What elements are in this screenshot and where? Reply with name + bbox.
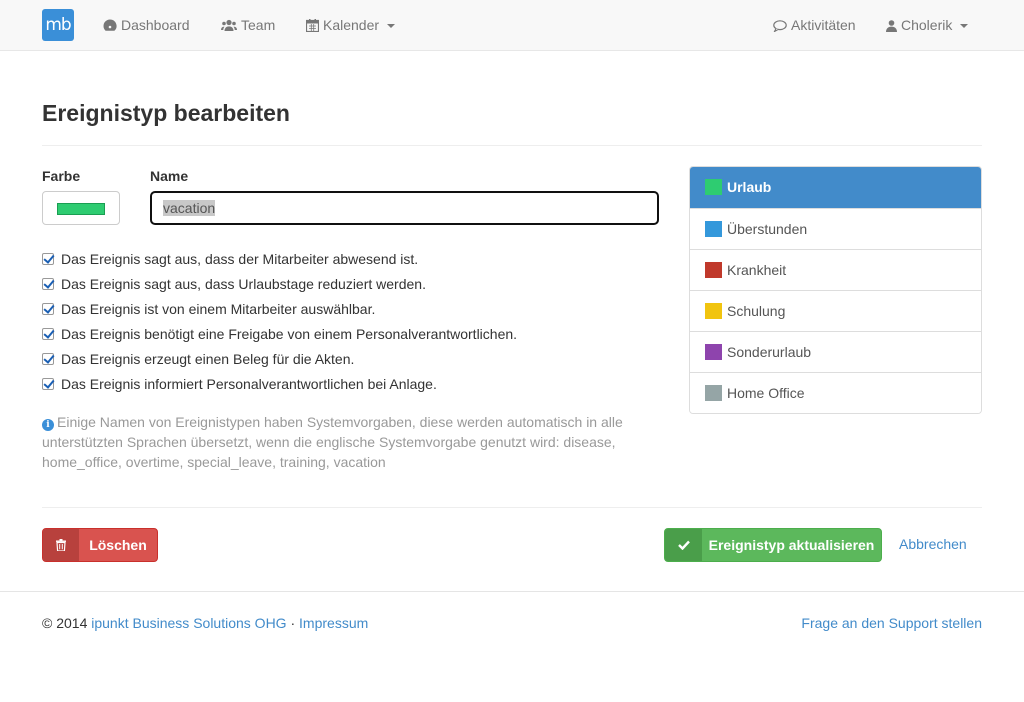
delete-button[interactable]: Löschen [42, 528, 158, 562]
event-type-label: Krankheit [727, 262, 787, 278]
help-text: i Einige Namen von Ereignistypen haben Sy… [42, 412, 662, 472]
copyright-text: © 2014 [42, 615, 88, 631]
color-picker[interactable] [42, 191, 120, 225]
help-text-content: Einige Namen von Ereignistypen haben Sys… [42, 414, 623, 470]
checkbox-checked-icon[interactable] [42, 378, 54, 390]
color-label: Farbe [42, 168, 81, 184]
checkbox-checked-icon[interactable] [42, 253, 54, 265]
users-icon [221, 19, 237, 31]
nav-activities-label: Aktivitäten [791, 17, 856, 33]
nav-activities[interactable]: Aktivitäten [773, 0, 856, 50]
footer-copyright: © 2014 ipunkt Business Solutions OHG · I… [42, 615, 368, 631]
imprint-link[interactable]: Impressum [299, 615, 368, 631]
nav-team-label: Team [241, 17, 276, 33]
nav-user-label: Cholerik [901, 17, 953, 33]
color-swatch [705, 344, 722, 360]
checkbox-checked-icon[interactable] [42, 278, 54, 290]
divider [42, 145, 982, 146]
event-type-label: Home Office [727, 385, 805, 401]
event-type-item[interactable]: Schulung [690, 290, 981, 331]
nav-dashboard-label: Dashboard [121, 17, 190, 33]
trash-icon [43, 529, 79, 561]
checkbox-receipt[interactable]: Das Ereignis erzeugt einen Beleg für die… [42, 351, 354, 369]
checkbox-label: Das Ereignis informiert Personalverantwo… [61, 376, 437, 392]
event-type-label: Urlaub [727, 179, 772, 195]
color-swatch [705, 385, 722, 401]
dashboard-icon [103, 19, 117, 31]
checkbox-checked-icon[interactable] [42, 353, 54, 365]
nav-user-dropdown[interactable]: Cholerik [886, 0, 969, 50]
update-button-label: Ereignistyp aktualisieren [708, 537, 875, 553]
delete-button-label: Löschen [89, 537, 147, 553]
name-input[interactable] [149, 190, 660, 226]
company-link[interactable]: ipunkt Business Solutions OHG [91, 615, 286, 631]
color-swatch [705, 221, 722, 237]
page-title: Ereignistyp bearbeiten [42, 100, 290, 126]
color-swatch [705, 179, 722, 195]
nav-team[interactable]: Team [221, 0, 275, 50]
checkbox-selectable[interactable]: Das Ereignis ist von einem Mitarbeiter a… [42, 301, 375, 319]
checkbox-absent[interactable]: Das Ereignis sagt aus, dass der Mitarbei… [42, 251, 418, 269]
top-navbar: mb Dashboard Team Kalender Aktivitäten C… [0, 0, 1024, 51]
name-label: Name [150, 168, 189, 184]
brand-logo[interactable]: mb [42, 9, 74, 41]
chevron-down-icon [387, 24, 396, 29]
comment-icon [773, 20, 787, 33]
checkbox-label: Das Ereignis erzeugt einen Beleg für die… [61, 351, 355, 367]
info-icon: i [42, 419, 54, 431]
checkbox-checked-icon[interactable] [42, 328, 54, 340]
checkbox-label: Das Ereignis ist von einem Mitarbeiter a… [61, 301, 376, 317]
user-icon [886, 20, 897, 32]
checkbox-label: Das Ereignis sagt aus, dass Urlaubstage … [61, 276, 426, 292]
calendar-icon [305, 19, 320, 33]
nav-dashboard[interactable]: Dashboard [103, 0, 190, 50]
checkbox-checked-icon[interactable] [42, 303, 54, 315]
support-link[interactable]: Frage an den Support stellen [801, 615, 982, 631]
checkbox-reduce-vacation[interactable]: Das Ereignis sagt aus, dass Urlaubstage … [42, 276, 426, 294]
check-icon [665, 529, 702, 561]
nav-calendar-label: Kalender [323, 17, 380, 33]
color-swatch [705, 303, 722, 319]
event-type-item[interactable]: Home Office [690, 372, 981, 413]
checkbox-label: Das Ereignis sagt aus, dass der Mitarbei… [61, 251, 419, 267]
event-type-label: Sonderurlaub [727, 344, 812, 360]
checkbox-approval[interactable]: Das Ereignis benötigt eine Freigabe von … [42, 326, 517, 344]
checkbox-notify[interactable]: Das Ereignis informiert Personalverantwo… [42, 376, 437, 394]
chevron-down-icon [960, 24, 969, 29]
update-event-type-button[interactable]: Ereignistyp aktualisieren [664, 528, 882, 562]
checkbox-label: Das Ereignis benötigt eine Freigabe von … [61, 326, 518, 342]
cancel-link[interactable]: Abbrechen [899, 536, 967, 552]
footer-separator: · [290, 615, 296, 631]
color-swatch [705, 262, 722, 278]
event-type-item[interactable]: Urlaub [690, 167, 981, 208]
event-type-label: Überstunden [727, 221, 808, 237]
event-type-item[interactable]: Krankheit [690, 249, 981, 290]
color-swatch [57, 203, 105, 215]
event-type-item[interactable]: Überstunden [690, 208, 981, 249]
event-type-list: Urlaub Überstunden Krankheit Schulung So… [689, 166, 982, 414]
divider [42, 507, 982, 508]
footer-divider [0, 591, 1024, 592]
event-type-label: Schulung [727, 303, 786, 319]
event-type-item[interactable]: Sonderurlaub [690, 331, 981, 372]
nav-calendar-dropdown[interactable]: Kalender [305, 0, 396, 50]
